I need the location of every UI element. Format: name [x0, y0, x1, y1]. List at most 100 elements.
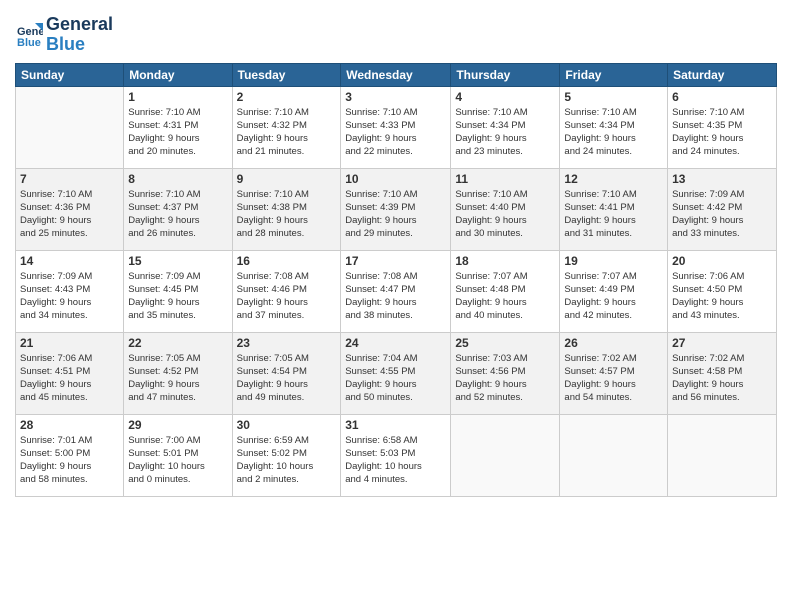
weekday-header-monday: Monday [124, 63, 232, 86]
calendar-cell: 25 Sunrise: 7:03 AMSunset: 4:56 PMDayligh… [451, 332, 560, 414]
day-info: Sunrise: 7:08 AMSunset: 4:47 PMDaylight:… [345, 270, 446, 323]
day-number: 9 [237, 172, 337, 186]
day-info: Sunrise: 7:09 AMSunset: 4:45 PMDaylight:… [128, 270, 227, 323]
day-info: Sunrise: 7:10 AMSunset: 4:36 PMDaylight:… [20, 188, 119, 241]
day-number: 20 [672, 254, 772, 268]
calendar-table: SundayMondayTuesdayWednesdayThursdayFrid… [15, 63, 777, 497]
day-number: 30 [237, 418, 337, 432]
weekday-header-thursday: Thursday [451, 63, 560, 86]
day-info: Sunrise: 7:10 AMSunset: 4:34 PMDaylight:… [564, 106, 663, 159]
calendar-cell: 7 Sunrise: 7:10 AMSunset: 4:36 PMDaylight… [16, 168, 124, 250]
day-info: Sunrise: 7:10 AMSunset: 4:39 PMDaylight:… [345, 188, 446, 241]
day-number: 5 [564, 90, 663, 104]
weekday-header-saturday: Saturday [668, 63, 777, 86]
calendar-cell: 29 Sunrise: 7:00 AMSunset: 5:01 PMDayligh… [124, 414, 232, 496]
day-info: Sunrise: 7:10 AMSunset: 4:38 PMDaylight:… [237, 188, 337, 241]
day-info: Sunrise: 7:03 AMSunset: 4:56 PMDaylight:… [455, 352, 555, 405]
logo: General Blue General Blue [15, 15, 113, 55]
weekday-header-friday: Friday [560, 63, 668, 86]
calendar-cell: 8Sunrise: 7:10 AMSunset: 4:37 PMDaylight… [124, 168, 232, 250]
day-info: Sunrise: 7:07 AMSunset: 4:48 PMDaylight:… [455, 270, 555, 323]
day-number: 26 [564, 336, 663, 350]
day-info: Sunrise: 7:08 AMSunset: 4:46 PMDaylight:… [237, 270, 337, 323]
calendar-cell [668, 414, 777, 496]
logo-icon: General Blue [15, 21, 43, 49]
weekday-header-sunday: Sunday [16, 63, 124, 86]
day-number: 10 [345, 172, 446, 186]
calendar-cell: 28Sunrise: 7:01 AMSunset: 5:00 PMDayligh… [16, 414, 124, 496]
day-number: 3 [345, 90, 446, 104]
calendar-cell: 26 Sunrise: 7:02 AMSunset: 4:57 PMDayligh… [560, 332, 668, 414]
calendar-cell: 22 Sunrise: 7:05 AMSunset: 4:52 PMDayligh… [124, 332, 232, 414]
calendar-cell: 5 Sunrise: 7:10 AMSunset: 4:34 PMDaylight… [560, 86, 668, 168]
day-info: Sunrise: 6:59 AMSunset: 5:02 PMDaylight:… [237, 434, 337, 487]
day-number: 1 [128, 90, 227, 104]
day-number: 21 [20, 336, 119, 350]
calendar-cell: 17 Sunrise: 7:08 AMSunset: 4:47 PMDayligh… [341, 250, 451, 332]
calendar-cell [560, 414, 668, 496]
calendar-cell: 15 Sunrise: 7:09 AMSunset: 4:45 PMDayligh… [124, 250, 232, 332]
day-info: Sunrise: 7:00 AMSunset: 5:01 PMDaylight:… [128, 434, 227, 487]
calendar-cell: 19Sunrise: 7:07 AMSunset: 4:49 PMDayligh… [560, 250, 668, 332]
day-info: Sunrise: 7:04 AMSunset: 4:55 PMDaylight:… [345, 352, 446, 405]
day-info: Sunrise: 7:07 AMSunset: 4:49 PMDaylight:… [564, 270, 663, 323]
calendar-cell: 2 Sunrise: 7:10 AMSunset: 4:32 PMDaylight… [232, 86, 341, 168]
day-info: Sunrise: 7:06 AMSunset: 4:51 PMDaylight:… [20, 352, 119, 405]
calendar-cell: 14Sunrise: 7:09 AMSunset: 4:43 PMDayligh… [16, 250, 124, 332]
calendar-cell: 10 Sunrise: 7:10 AMSunset: 4:39 PMDayligh… [341, 168, 451, 250]
day-number: 6 [672, 90, 772, 104]
day-number: 16 [237, 254, 337, 268]
week-row-5: 28Sunrise: 7:01 AMSunset: 5:00 PMDayligh… [16, 414, 777, 496]
day-info: Sunrise: 7:10 AMSunset: 4:33 PMDaylight:… [345, 106, 446, 159]
day-info: Sunrise: 7:10 AMSunset: 4:32 PMDaylight:… [237, 106, 337, 159]
day-number: 18 [455, 254, 555, 268]
day-number: 27 [672, 336, 772, 350]
calendar-cell: 20 Sunrise: 7:06 AMSunset: 4:50 PMDayligh… [668, 250, 777, 332]
svg-text:Blue: Blue [17, 37, 41, 49]
calendar-cell: 18 Sunrise: 7:07 AMSunset: 4:48 PMDayligh… [451, 250, 560, 332]
day-info: Sunrise: 7:09 AMSunset: 4:42 PMDaylight:… [672, 188, 772, 241]
day-number: 24 [345, 336, 446, 350]
day-info: Sunrise: 7:09 AMSunset: 4:43 PMDaylight:… [20, 270, 119, 323]
day-number: 2 [237, 90, 337, 104]
calendar-cell: 16 Sunrise: 7:08 AMSunset: 4:46 PMDayligh… [232, 250, 341, 332]
calendar-cell: 1 Sunrise: 7:10 AMSunset: 4:31 PMDaylight… [124, 86, 232, 168]
day-number: 22 [128, 336, 227, 350]
day-info: Sunrise: 7:02 AMSunset: 4:58 PMDaylight:… [672, 352, 772, 405]
day-number: 17 [345, 254, 446, 268]
day-number: 15 [128, 254, 227, 268]
day-info: Sunrise: 7:06 AMSunset: 4:50 PMDaylight:… [672, 270, 772, 323]
calendar-cell: 6Sunrise: 7:10 AMSunset: 4:35 PMDaylight… [668, 86, 777, 168]
day-number: 23 [237, 336, 337, 350]
calendar-cell: 23 Sunrise: 7:05 AMSunset: 4:54 PMDayligh… [232, 332, 341, 414]
day-number: 7 [20, 172, 119, 186]
calendar-cell: 30 Sunrise: 6:59 AMSunset: 5:02 PMDayligh… [232, 414, 341, 496]
day-number: 4 [455, 90, 555, 104]
day-info: Sunrise: 7:01 AMSunset: 5:00 PMDaylight:… [20, 434, 119, 487]
header: General Blue General Blue [15, 10, 777, 55]
day-info: Sunrise: 7:05 AMSunset: 4:54 PMDaylight:… [237, 352, 337, 405]
day-info: Sunrise: 7:10 AMSunset: 4:31 PMDaylight:… [128, 106, 227, 159]
calendar-cell: 3 Sunrise: 7:10 AMSunset: 4:33 PMDaylight… [341, 86, 451, 168]
day-info: Sunrise: 7:02 AMSunset: 4:57 PMDaylight:… [564, 352, 663, 405]
day-number: 11 [455, 172, 555, 186]
weekday-header-row: SundayMondayTuesdayWednesdayThursdayFrid… [16, 63, 777, 86]
day-info: Sunrise: 7:10 AMSunset: 4:34 PMDaylight:… [455, 106, 555, 159]
week-row-2: 7 Sunrise: 7:10 AMSunset: 4:36 PMDaylight… [16, 168, 777, 250]
week-row-1: 1 Sunrise: 7:10 AMSunset: 4:31 PMDaylight… [16, 86, 777, 168]
calendar-cell: 12Sunrise: 7:10 AMSunset: 4:41 PMDayligh… [560, 168, 668, 250]
calendar-cell [16, 86, 124, 168]
week-row-3: 14Sunrise: 7:09 AMSunset: 4:43 PMDayligh… [16, 250, 777, 332]
calendar-cell: 24 Sunrise: 7:04 AMSunset: 4:55 PMDayligh… [341, 332, 451, 414]
calendar-page: General Blue General Blue SundayMondayTu… [0, 0, 792, 612]
day-number: 25 [455, 336, 555, 350]
day-number: 13 [672, 172, 772, 186]
day-info: Sunrise: 7:10 AMSunset: 4:41 PMDaylight:… [564, 188, 663, 241]
calendar-cell: 27 Sunrise: 7:02 AMSunset: 4:58 PMDayligh… [668, 332, 777, 414]
day-info: Sunrise: 7:05 AMSunset: 4:52 PMDaylight:… [128, 352, 227, 405]
week-row-4: 21 Sunrise: 7:06 AMSunset: 4:51 PMDayligh… [16, 332, 777, 414]
calendar-cell: 4 Sunrise: 7:10 AMSunset: 4:34 PMDaylight… [451, 86, 560, 168]
calendar-cell: 13 Sunrise: 7:09 AMSunset: 4:42 PMDayligh… [668, 168, 777, 250]
day-number: 29 [128, 418, 227, 432]
day-number: 8 [128, 172, 227, 186]
